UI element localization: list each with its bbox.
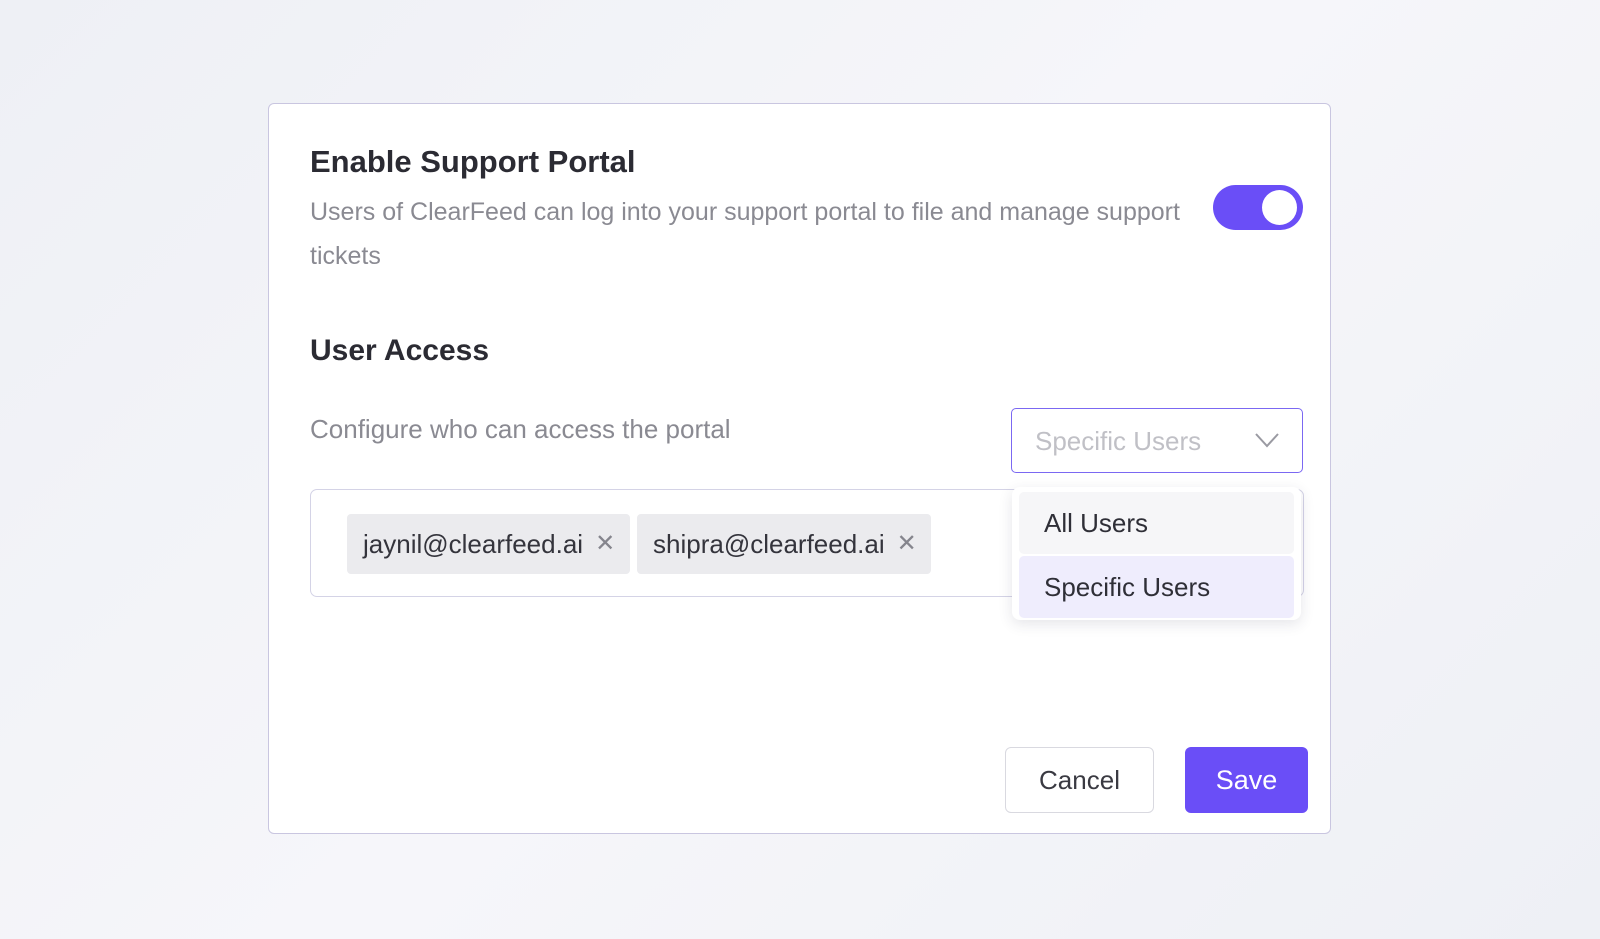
portal-description: Users of ClearFeed can log into your sup… [310,198,1180,270]
user-tag: jaynil@clearfeed.ai ✕ [347,514,630,574]
access-type-dropdown: All Users Specific Users [1012,487,1301,620]
toggle-knob [1262,190,1297,225]
user-access-title: User Access [310,334,490,367]
access-type-select[interactable]: Specific Users [1011,408,1303,473]
enable-portal-toggle[interactable] [1213,185,1303,230]
portal-title: Enable Support Portal [310,144,636,179]
close-icon[interactable]: ✕ [595,532,615,556]
user-tag-email: jaynil@clearfeed.ai [363,528,584,559]
dropdown-option-specific-users[interactable]: Specific Users [1019,556,1294,618]
support-portal-settings-card: Enable Support Portal Users of ClearFeed… [268,103,1331,834]
save-button[interactable]: Save [1185,747,1308,813]
user-tag-email: shipra@clearfeed.ai [653,528,885,559]
access-config-label: Configure who can access the portal [310,414,731,444]
access-type-value: Specific Users [1035,426,1202,456]
user-tag: shipra@clearfeed.ai ✕ [637,514,931,574]
chevron-down-icon [1255,433,1279,448]
dropdown-option-all-users[interactable]: All Users [1019,492,1294,554]
close-icon[interactable]: ✕ [897,532,917,556]
cancel-button[interactable]: Cancel [1005,747,1154,813]
